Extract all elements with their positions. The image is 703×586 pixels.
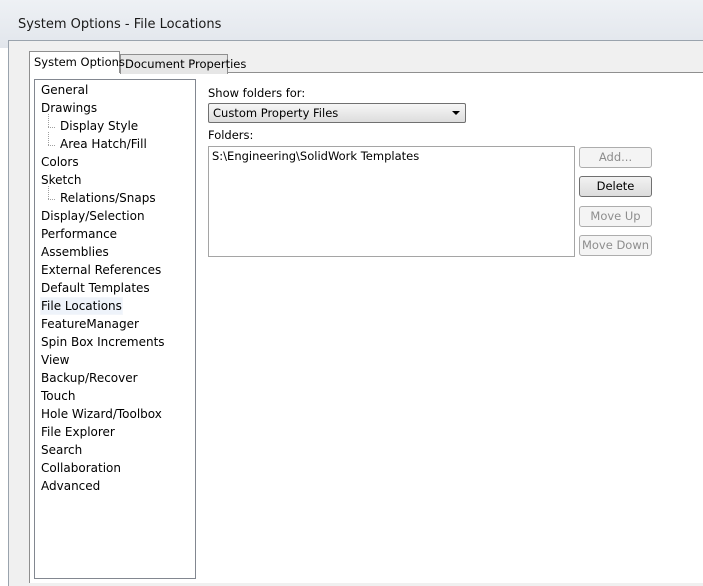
- sidebar-item-colors[interactable]: Colors: [41, 154, 79, 170]
- sidebar-item-hole-wizard-toolbox[interactable]: Hole Wizard/Toolbox: [41, 406, 162, 422]
- move-up-button[interactable]: Move Up: [579, 206, 652, 227]
- folders-label: Folders:: [208, 128, 254, 142]
- sidebar-item-area-hatch-fill[interactable]: Area Hatch/Fill: [60, 136, 147, 152]
- tree-connector: [48, 199, 55, 200]
- tree-connector: [48, 114, 49, 127]
- sidebar-item-performance[interactable]: Performance: [41, 226, 117, 242]
- folders-list[interactable]: S:\Engineering\SolidWork Templates: [208, 146, 575, 257]
- window-title: System Options - File Locations: [18, 17, 222, 32]
- sidebar-item-external-references[interactable]: External References: [41, 262, 161, 278]
- sidebar-item-backup-recover[interactable]: Backup/Recover: [41, 370, 138, 386]
- sidebar-item-general[interactable]: General: [41, 82, 88, 98]
- sidebar-item-file-locations[interactable]: File Locations: [40, 297, 123, 315]
- sidebar-item-search[interactable]: Search: [41, 442, 82, 458]
- delete-button[interactable]: Delete: [579, 176, 652, 197]
- options-nav-tree[interactable]: General Drawings Display Style Area Hatch/F…: [34, 79, 196, 579]
- sidebar-item-relations-snaps[interactable]: Relations/Snaps: [60, 190, 156, 206]
- sidebar-item-featuremanager[interactable]: FeatureManager: [41, 316, 139, 332]
- sidebar-item-assemblies[interactable]: Assemblies: [41, 244, 109, 260]
- add-button[interactable]: Add...: [579, 147, 652, 168]
- sidebar-item-drawings[interactable]: Drawings: [41, 100, 97, 116]
- tree-connector: [48, 186, 49, 199]
- sidebar-item-display-style[interactable]: Display Style: [60, 118, 138, 134]
- move-down-button[interactable]: Move Down: [579, 235, 652, 256]
- sidebar-item-collaboration[interactable]: Collaboration: [41, 460, 121, 476]
- sidebar-item-file-explorer[interactable]: File Explorer: [41, 424, 115, 440]
- sidebar-item-default-templates[interactable]: Default Templates: [41, 280, 150, 296]
- chevron-down-icon[interactable]: [452, 111, 460, 115]
- sidebar-item-view[interactable]: View: [41, 352, 69, 368]
- show-folders-value: Custom Property Files: [213, 106, 339, 120]
- show-folders-dropdown[interactable]: Custom Property Files: [208, 103, 466, 123]
- list-item[interactable]: S:\Engineering\SolidWork Templates: [212, 149, 419, 163]
- sidebar-item-spin-box-increments[interactable]: Spin Box Increments: [41, 334, 165, 350]
- sidebar-item-display-selection[interactable]: Display/Selection: [41, 208, 145, 224]
- tree-connector: [48, 127, 55, 128]
- tree-connector: [48, 145, 55, 146]
- tab-system-options[interactable]: System Options: [29, 51, 125, 73]
- tab-document-properties[interactable]: Document Properties: [120, 54, 246, 74]
- show-folders-label: Show folders for:: [208, 86, 306, 100]
- tree-connector: [48, 132, 49, 145]
- sidebar-item-touch[interactable]: Touch: [41, 388, 75, 404]
- sidebar-item-advanced[interactable]: Advanced: [41, 478, 100, 494]
